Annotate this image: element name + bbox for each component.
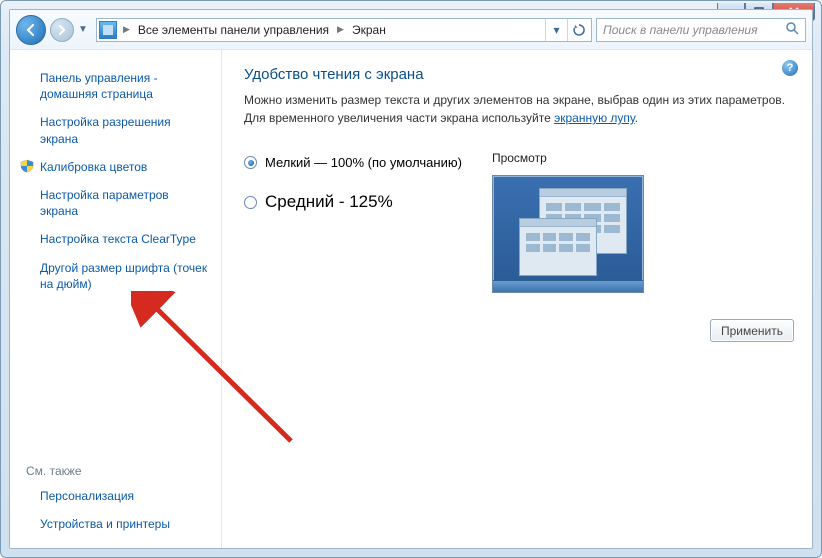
- sidebar-link-params[interactable]: Настройка параметров экрана: [24, 181, 211, 225]
- window-frame: ▼ ▶ Все элементы панели управления ▶ Экр…: [0, 0, 822, 558]
- magnifier-link[interactable]: экранную лупу: [554, 111, 635, 125]
- search-icon: [786, 22, 799, 38]
- chevron-right-icon: ▶: [121, 24, 132, 35]
- address-bar[interactable]: ▶ Все элементы панели управления ▶ Экран…: [96, 18, 592, 42]
- sidebar-link-calibrate[interactable]: Калибровка цветов: [24, 153, 211, 181]
- search-input[interactable]: Поиск в панели управления: [596, 18, 806, 42]
- sidebar: Панель управления - домашняя страница На…: [10, 50, 222, 548]
- preview-thumbnail: [492, 175, 644, 293]
- see-also-header: См. также: [24, 458, 211, 482]
- refresh-button[interactable]: [567, 19, 589, 41]
- help-icon[interactable]: ?: [782, 60, 798, 76]
- navigation-bar: ▼ ▶ Все элементы панели управления ▶ Экр…: [10, 10, 812, 50]
- main-panel: ? Удобство чтения с экрана Можно изменит…: [222, 50, 812, 548]
- shield-icon: [20, 159, 34, 173]
- chevron-right-icon: ▶: [335, 24, 346, 35]
- sidebar-link-resolution[interactable]: Настройка разрешения экрана: [24, 108, 211, 152]
- page-description: Можно изменить размер текста и других эл…: [244, 91, 790, 127]
- back-button[interactable]: [16, 15, 46, 45]
- search-placeholder: Поиск в панели управления: [603, 23, 758, 37]
- page-title: Удобство чтения с экрана: [244, 66, 790, 83]
- radio-small-label: Мелкий — 100% (по умолчанию): [265, 155, 462, 170]
- sidebar-link-personalization[interactable]: Персонализация: [24, 482, 211, 510]
- sidebar-link-devices[interactable]: Устройства и принтеры: [24, 510, 211, 538]
- sidebar-link-cleartype[interactable]: Настройка текста ClearType: [24, 225, 211, 253]
- apply-button[interactable]: Применить: [710, 319, 794, 342]
- breadcrumb-current[interactable]: Экран: [346, 19, 392, 41]
- breadcrumb-root[interactable]: Все элементы панели управления: [132, 19, 335, 41]
- address-dropdown-icon[interactable]: ▾: [545, 19, 567, 41]
- history-dropdown-icon[interactable]: ▼: [78, 24, 92, 35]
- sidebar-link-dpi[interactable]: Другой размер шрифта (точек на дюйм): [24, 254, 211, 298]
- radio-medium[interactable]: Средний - 125%: [244, 192, 462, 212]
- radio-small[interactable]: Мелкий — 100% (по умолчанию): [244, 155, 462, 170]
- sidebar-link-home[interactable]: Панель управления - домашняя страница: [24, 64, 211, 108]
- preview-label: Просмотр: [492, 151, 644, 165]
- display-icon: [99, 21, 117, 39]
- radio-icon: [244, 156, 257, 169]
- radio-medium-label: Средний - 125%: [265, 192, 393, 212]
- radio-icon: [244, 196, 257, 209]
- forward-button[interactable]: [50, 18, 74, 42]
